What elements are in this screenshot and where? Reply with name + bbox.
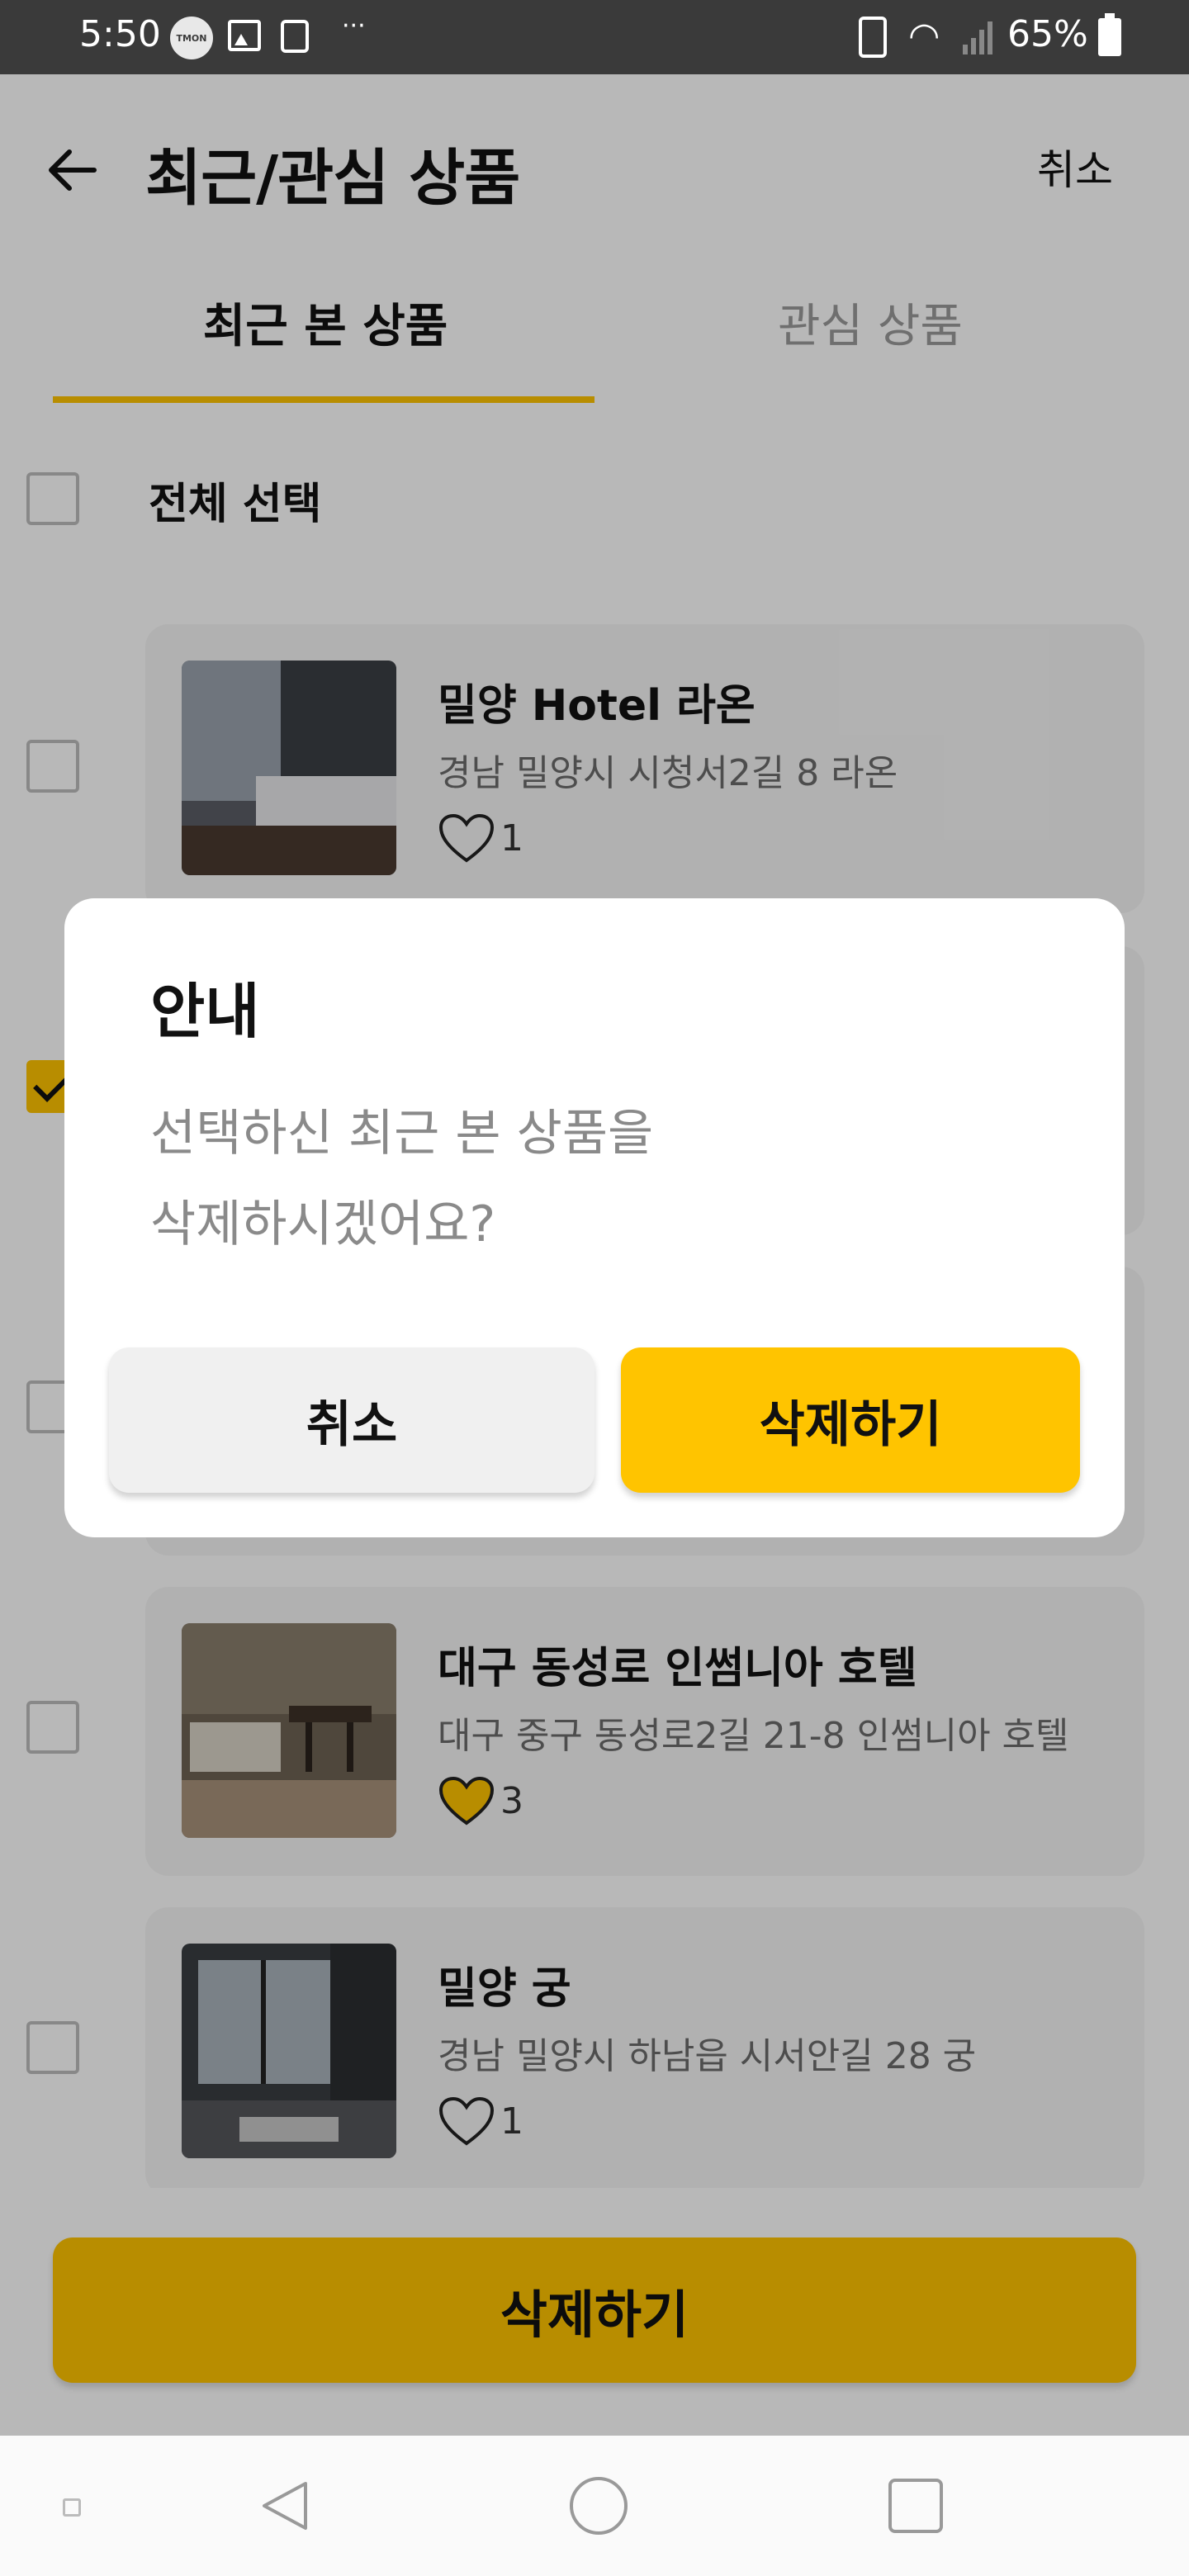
system-nav-bar [0, 2436, 1189, 2576]
nav-home-icon[interactable] [570, 2477, 628, 2535]
signal-icon [963, 18, 996, 54]
battery-icon [1098, 13, 1121, 56]
battery-percent: 65% [1007, 13, 1088, 55]
tmon-app-icon: TMON [170, 17, 213, 59]
nav-menu-icon[interactable] [63, 2498, 81, 2517]
vibrate-icon [859, 17, 887, 58]
dialog-message-line: 삭제하시겠어요? [150, 1196, 496, 1253]
dialog-title: 안내 [150, 977, 260, 1046]
dialog-cancel-button[interactable]: 취소 [109, 1347, 594, 1493]
nav-recents-icon[interactable] [888, 2479, 943, 2533]
screenshot-icon [281, 20, 309, 53]
dialog-message: 선택하신 최근 본 상품을 삭제하시겠어요? [150, 1088, 653, 1270]
status-bar: 5:50 TMON ··· ◠ 65% [0, 0, 1189, 74]
dialog-message-line: 선택하신 최근 본 상품을 [150, 1105, 654, 1163]
wifi-icon: ◠ [908, 15, 940, 57]
dialog-confirm-delete-button[interactable]: 삭제하기 [621, 1347, 1080, 1493]
more-notifications-icon: ··· [342, 12, 366, 40]
gallery-icon [228, 20, 261, 51]
confirm-dialog: 안내 선택하신 최근 본 상품을 삭제하시겠어요? 취소 삭제하기 [64, 898, 1125, 1537]
status-time: 5:50 [79, 13, 161, 55]
nav-back-icon[interactable] [256, 2477, 314, 2535]
